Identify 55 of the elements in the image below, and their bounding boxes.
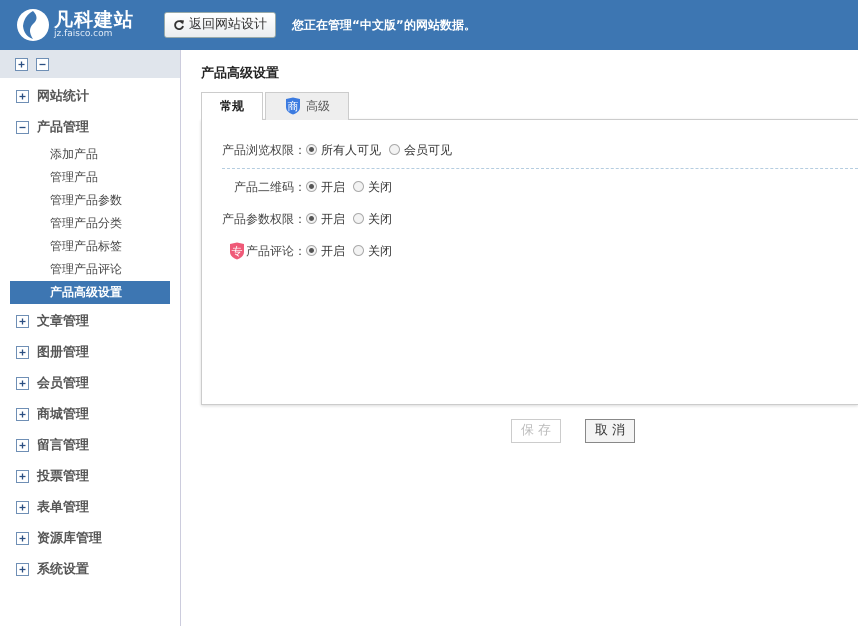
sidebar-item[interactable]: 产品高级设置 (10, 281, 170, 304)
refresh-icon (173, 19, 185, 31)
collapse-all-icon[interactable] (36, 58, 49, 70)
sidebar-group[interactable]: 文章管理 (37, 312, 89, 332)
setting-label: 产品参数权限： (222, 210, 306, 228)
setting-label: 产品评论： (246, 242, 306, 260)
sidebar-item[interactable]: 管理产品评论 (10, 258, 170, 281)
sidebar-group[interactable]: 投票管理 (37, 466, 89, 486)
expand-icon[interactable] (16, 563, 29, 576)
logo-icon (16, 8, 50, 42)
radio-option[interactable]: 开启 (306, 210, 345, 228)
logo-title: 凡科建站 (54, 11, 134, 30)
radio-option[interactable]: 关闭 (353, 178, 392, 196)
sidebar-group[interactable]: 留言管理 (37, 436, 89, 456)
sidebar-group[interactable]: 商城管理 (37, 404, 89, 424)
expand-icon[interactable] (16, 408, 29, 421)
collapse-icon[interactable] (16, 121, 29, 134)
setting-label: 产品二维码： (234, 178, 306, 196)
sidebar-item[interactable]: 管理产品参数 (10, 189, 170, 212)
expand-icon[interactable] (16, 377, 29, 390)
radio-option[interactable]: 关闭 (353, 210, 392, 228)
logo-url: jz.faisco.com (54, 30, 114, 39)
sidebar-group[interactable]: 会员管理 (37, 374, 89, 394)
radio-option[interactable]: 关闭 (353, 242, 392, 260)
cancel-button[interactable]: 取 消 (585, 418, 635, 442)
sidebar-group[interactable]: 网站统计 (37, 86, 89, 106)
back-button[interactable]: 返回网站设计 (164, 12, 276, 38)
expand-icon[interactable] (16, 501, 29, 514)
page-title: 产品高级设置 (201, 64, 280, 83)
expand-icon[interactable] (16, 532, 29, 545)
radio-option[interactable]: 开启 (306, 242, 345, 260)
sidebar-item[interactable]: 添加产品 (10, 143, 170, 166)
sidebar-item[interactable]: 管理产品标签 (10, 235, 170, 258)
expand-icon[interactable] (16, 439, 29, 452)
header-notice: 您正在管理“中文版”的网站数据。 (292, 17, 476, 34)
merchant-badge-icon: 商 (284, 97, 302, 115)
tab[interactable]: 常规 (201, 92, 263, 120)
expand-icon[interactable] (16, 90, 29, 103)
sidebar-group[interactable]: 系统设置 (37, 560, 89, 580)
sidebar-group[interactable]: 图册管理 (37, 342, 89, 362)
tab[interactable]: 商 高级 (265, 92, 349, 120)
exclusive-badge-icon: 专 (228, 242, 246, 260)
sidebar-group[interactable]: 产品管理 (37, 118, 89, 138)
expand-icon[interactable] (16, 346, 29, 359)
radio-option[interactable]: 开启 (306, 178, 345, 196)
sidebar-group[interactable]: 表单管理 (37, 498, 89, 518)
expand-icon[interactable] (16, 315, 29, 328)
setting-label: 产品浏览权限： (222, 142, 306, 158)
sidebar-item[interactable]: 管理产品分类 (10, 212, 170, 235)
sidebar-item[interactable]: 管理产品 (10, 166, 170, 189)
expand-all-icon[interactable] (15, 58, 28, 70)
sidebar-group[interactable]: 资源库管理 (37, 528, 102, 548)
expand-icon[interactable] (16, 470, 29, 483)
radio-option[interactable]: 所有人可见 (306, 140, 381, 158)
radio-option[interactable]: 会员可见 (389, 140, 452, 158)
